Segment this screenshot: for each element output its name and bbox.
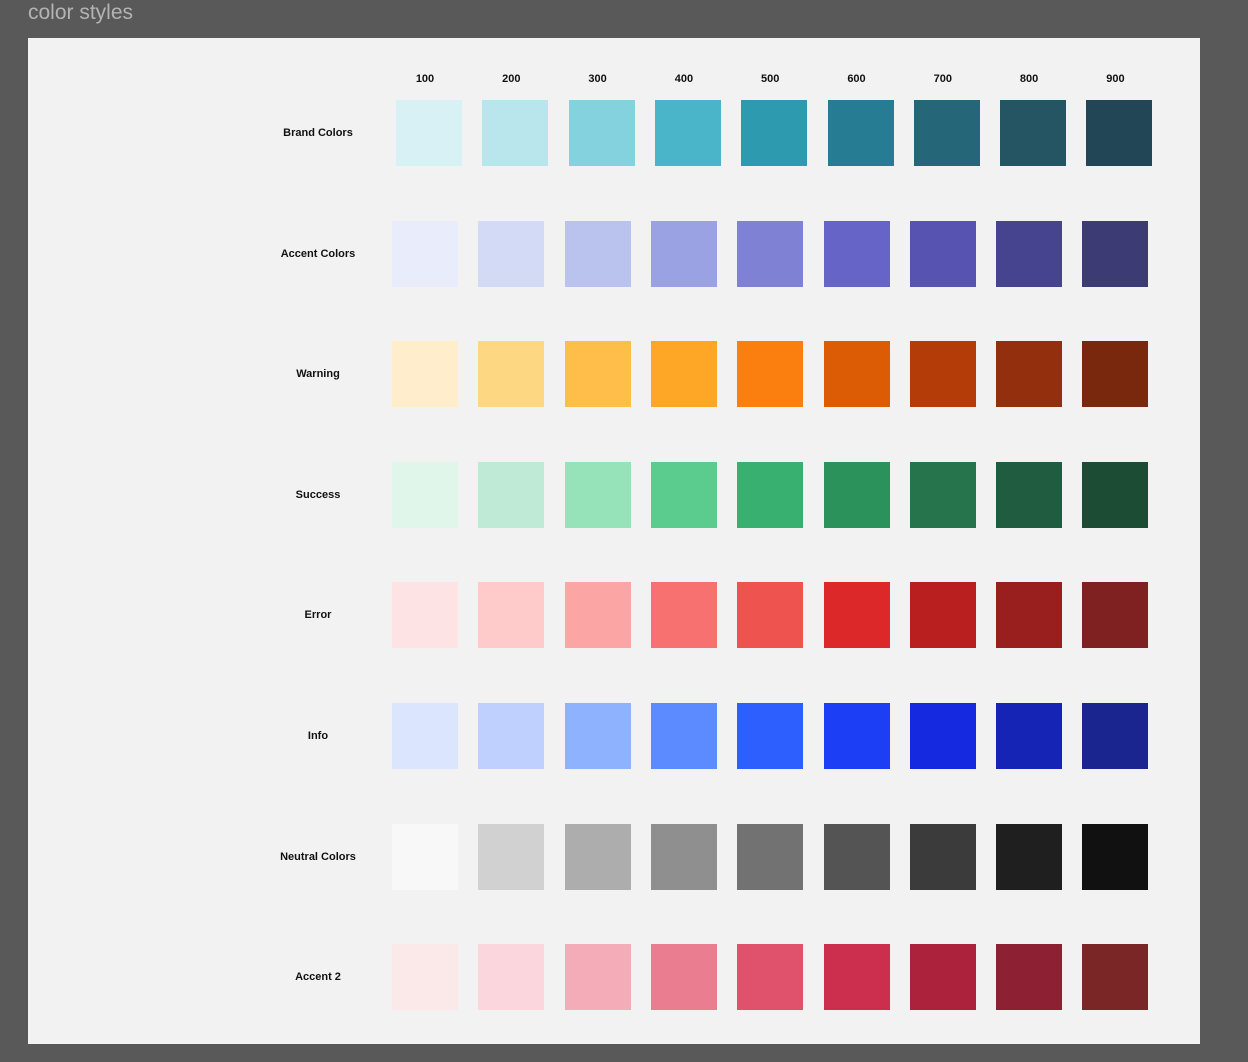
swatch-error-800[interactable] (996, 582, 1063, 649)
swatch-success-200[interactable] (478, 461, 545, 528)
swatch-brand-colors-200[interactable] (482, 100, 549, 166)
swatch-brand-colors-700[interactable] (913, 100, 980, 166)
swatch-brand-colors-900[interactable] (1086, 100, 1153, 166)
swatch-accent-2-800[interactable] (996, 944, 1063, 1011)
column-header-600: 600 (847, 73, 866, 85)
swatch-warning-400[interactable] (650, 341, 717, 408)
swatch-error-200[interactable] (478, 582, 545, 649)
swatch-error-700[interactable] (909, 582, 976, 649)
column-header-500: 500 (761, 73, 780, 85)
swatch-accent-colors-400[interactable] (650, 220, 717, 287)
swatch-accent-colors-900[interactable] (1082, 220, 1149, 287)
swatch-info-200[interactable] (478, 703, 545, 769)
swatch-brand-colors-500[interactable] (741, 100, 808, 166)
swatch-neutral-colors-100[interactable] (392, 823, 458, 890)
swatch-neutral-colors-500[interactable] (737, 823, 804, 890)
column-header-300: 300 (588, 73, 607, 85)
swatch-info-700[interactable] (909, 703, 976, 769)
swatch-error-300[interactable] (564, 582, 631, 649)
swatch-info-400[interactable] (650, 703, 717, 769)
swatch-accent-2-500[interactable] (737, 944, 804, 1011)
swatch-neutral-colors-300[interactable] (564, 823, 631, 890)
swatch-success-500[interactable] (737, 461, 804, 528)
swatch-brand-colors-100[interactable] (396, 100, 462, 166)
swatch-info-300[interactable] (564, 703, 631, 769)
swatch-accent-2-200[interactable] (478, 944, 545, 1011)
swatch-info-100[interactable] (392, 703, 458, 769)
swatch-neutral-colors-700[interactable] (909, 823, 976, 890)
swatch-error-500[interactable] (737, 582, 804, 649)
swatch-accent-2-900[interactable] (1082, 944, 1149, 1011)
swatch-info-500[interactable] (737, 703, 804, 769)
swatch-error-400[interactable] (650, 582, 717, 649)
column-header-700: 700 (933, 73, 952, 85)
swatch-brand-colors-600[interactable] (827, 100, 894, 166)
row-label-neutral-colors: Neutral Colors (280, 850, 356, 863)
row-label-success: Success (295, 488, 341, 501)
swatch-error-100[interactable] (392, 582, 458, 649)
swatch-accent-colors-700[interactable] (909, 220, 976, 287)
swatch-info-600[interactable] (823, 703, 890, 769)
swatch-success-600[interactable] (823, 461, 890, 528)
swatch-accent-colors-600[interactable] (823, 220, 890, 287)
swatch-neutral-colors-400[interactable] (650, 823, 717, 890)
column-header-100: 100 (415, 73, 435, 85)
row-label-accent-2: Accent 2 (295, 971, 341, 984)
swatch-accent-colors-200[interactable] (478, 220, 545, 287)
swatch-neutral-colors-600[interactable] (823, 823, 890, 890)
swatch-accent-2-700[interactable] (909, 944, 976, 1011)
swatch-success-800[interactable] (996, 461, 1063, 528)
swatch-warning-800[interactable] (996, 341, 1063, 408)
row-label-accent-colors: Accent Colors (280, 247, 356, 260)
swatch-warning-500[interactable] (737, 341, 804, 408)
swatch-success-400[interactable] (650, 461, 717, 528)
swatch-warning-600[interactable] (823, 341, 890, 408)
swatch-brand-colors-300[interactable] (568, 100, 635, 166)
swatch-error-600[interactable] (823, 582, 890, 649)
swatch-neutral-colors-900[interactable] (1082, 823, 1149, 890)
row-label-brand-colors: Brand Colors (283, 127, 353, 139)
swatch-warning-100[interactable] (392, 341, 458, 408)
swatch-warning-200[interactable] (478, 341, 545, 408)
swatch-brand-colors-800[interactable] (1000, 100, 1067, 166)
swatch-warning-900[interactable] (1082, 341, 1149, 408)
swatch-warning-700[interactable] (909, 341, 976, 408)
column-header-900: 900 (1106, 73, 1125, 85)
swatch-info-800[interactable] (996, 703, 1063, 769)
swatch-accent-colors-800[interactable] (996, 220, 1063, 287)
swatch-warning-300[interactable] (564, 341, 631, 408)
swatch-success-300[interactable] (564, 461, 631, 528)
swatch-success-900[interactable] (1082, 461, 1149, 528)
swatch-accent-colors-300[interactable] (564, 220, 631, 287)
swatch-error-900[interactable] (1082, 582, 1149, 649)
swatch-neutral-colors-800[interactable] (996, 823, 1063, 890)
swatch-accent-colors-500[interactable] (737, 220, 804, 287)
swatch-brand-colors-400[interactable] (654, 100, 721, 166)
column-header-800: 800 (1019, 73, 1039, 85)
row-label-warning: Warning (296, 368, 340, 381)
swatch-accent-2-600[interactable] (823, 944, 890, 1011)
swatch-accent-2-300[interactable] (564, 944, 631, 1011)
swatch-success-100[interactable] (392, 461, 458, 528)
swatch-accent-2-400[interactable] (650, 944, 717, 1011)
swatch-accent-2-100[interactable] (392, 944, 458, 1011)
row-label-info: Info (307, 730, 329, 742)
column-header-400: 400 (674, 73, 694, 85)
swatch-neutral-colors-200[interactable] (478, 823, 545, 890)
swatch-success-700[interactable] (909, 461, 976, 528)
color-styles-frame: 100 200 300 400 500 600 700 800 900 Brand Colors A… (28, 38, 1200, 1044)
frame-title: color styles (28, 1, 134, 24)
row-label-error: Error (304, 609, 332, 622)
column-header-200: 200 (502, 73, 521, 85)
swatch-info-900[interactable] (1082, 703, 1149, 769)
swatch-accent-colors-100[interactable] (392, 220, 458, 287)
